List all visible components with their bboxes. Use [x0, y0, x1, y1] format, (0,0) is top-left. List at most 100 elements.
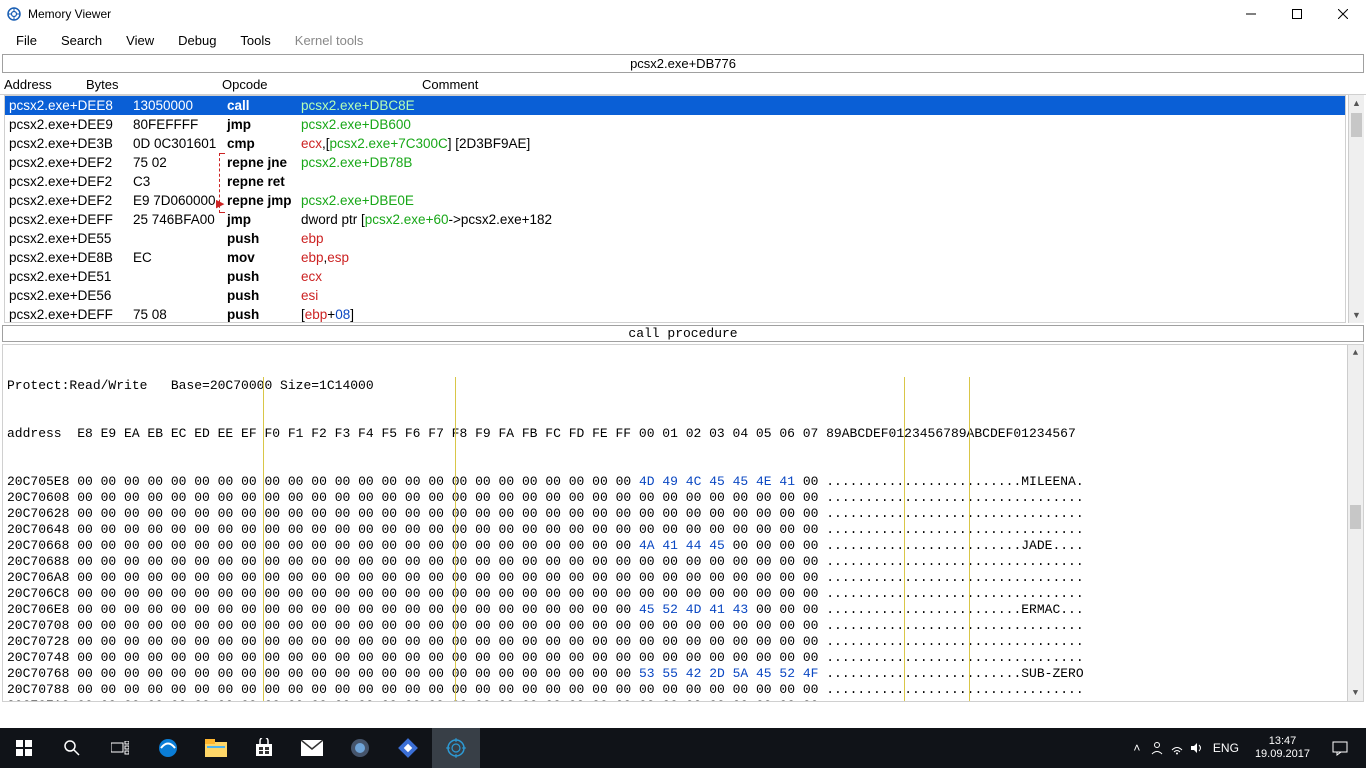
hex-row[interactable]: 20C70628 00 00 00 00 00 00 00 00 00 00 0…: [7, 506, 1343, 522]
disasm-row[interactable]: pcsx2.exe+DE3B0D 0C301601cmpecx,[pcsx2.e…: [5, 134, 1345, 153]
tray-volume-icon[interactable]: [1187, 728, 1207, 768]
taskbar-cheat-engine-icon[interactable]: [432, 728, 480, 768]
hex-ascii: .................................: [826, 490, 1083, 505]
disasm-address: pcsx2.exe+DE8B: [9, 248, 133, 267]
tray-network-icon[interactable]: [1167, 728, 1187, 768]
scroll-up-icon[interactable]: ▲: [1348, 345, 1363, 361]
disasm-row[interactable]: pcsx2.exe+DEE980FEFFFFjmppcsx2.exe+DB600: [5, 115, 1345, 134]
task-view-button[interactable]: [96, 728, 144, 768]
menu-view[interactable]: View: [116, 31, 164, 50]
header-opcode[interactable]: Opcode: [222, 77, 422, 92]
menu-search[interactable]: Search: [51, 31, 112, 50]
hex-row[interactable]: 20C70688 00 00 00 00 00 00 00 00 00 00 0…: [7, 554, 1343, 570]
taskbar-mail-icon[interactable]: [288, 728, 336, 768]
close-button[interactable]: [1320, 0, 1366, 28]
hex-row[interactable]: 20C706E8 00 00 00 00 00 00 00 00 00 00 0…: [7, 602, 1343, 618]
disasm-row[interactable]: pcsx2.exe+DE8BECmovebp,esp: [5, 248, 1345, 267]
disasm-row[interactable]: pcsx2.exe+DEFF25 746BFA00jmpdword ptr [p…: [5, 210, 1345, 229]
disasm-row[interactable]: pcsx2.exe+DEF2C3repne ret: [5, 172, 1345, 191]
hex-ascii: .................................: [826, 618, 1083, 633]
app-icon: [6, 6, 22, 22]
hex-row[interactable]: 20C70648 00 00 00 00 00 00 00 00 00 00 0…: [7, 522, 1343, 538]
disasm-row[interactable]: pcsx2.exe+DEF275 02repne jnepcsx2.exe+DB…: [5, 153, 1345, 172]
disasm-row[interactable]: pcsx2.exe+DE55pushebp: [5, 229, 1345, 248]
disasm-operands: ecx,[pcsx2.exe+7C300C] [2D3BF9AE]: [301, 134, 1341, 153]
disasm-bytes: 75 08: [133, 305, 227, 323]
disasm-mnemonic: push: [227, 286, 301, 305]
window-title: Memory Viewer: [28, 7, 111, 21]
hex-address: 20C70668: [7, 538, 77, 553]
hex-row[interactable]: 20C70728 00 00 00 00 00 00 00 00 00 00 0…: [7, 634, 1343, 650]
taskbar-explorer-icon[interactable]: [192, 728, 240, 768]
hex-guide-4: [969, 377, 970, 701]
hex-address: 20C70728: [7, 634, 77, 649]
disasm-row[interactable]: pcsx2.exe+DEF2E9 7D060000repne jmppcsx2.…: [5, 191, 1345, 210]
menu-debug[interactable]: Debug: [168, 31, 226, 50]
search-button[interactable]: [48, 728, 96, 768]
disasm-mnemonic: push: [227, 229, 301, 248]
hex-ascii: .........................SUB-ZERO: [826, 666, 1083, 681]
hex-address: 20C70788: [7, 682, 77, 697]
disasm-row[interactable]: pcsx2.exe+DE51pushecx: [5, 267, 1345, 286]
tray-chevron-icon[interactable]: ˄: [1127, 728, 1147, 768]
disasm-operands: pcsx2.exe+DB78B: [301, 153, 1341, 172]
disasm-bytes: 80FEFFFF: [133, 115, 227, 134]
scroll-down-icon[interactable]: ▼: [1348, 685, 1363, 701]
menu-file[interactable]: File: [6, 31, 47, 50]
hex-row[interactable]: 20C70768 00 00 00 00 00 00 00 00 00 00 0…: [7, 666, 1343, 682]
menu-kernel-tools[interactable]: Kernel tools: [285, 31, 374, 50]
disasm-row[interactable]: pcsx2.exe+DEFF75 08push[ebp+08]: [5, 305, 1345, 323]
taskbar-app1-icon[interactable]: [336, 728, 384, 768]
hex-address: 20C707A8: [7, 698, 77, 701]
titlebar: Memory Viewer: [0, 0, 1366, 28]
hex-address: 20C70648: [7, 522, 77, 537]
hex-ascii: .................................: [826, 554, 1083, 569]
minimize-button[interactable]: [1228, 0, 1274, 28]
hex-address: 20C70708: [7, 618, 77, 633]
tray-time: 13:47: [1255, 735, 1310, 748]
hex-row[interactable]: 20C70748 00 00 00 00 00 00 00 00 00 00 0…: [7, 650, 1343, 666]
scroll-thumb[interactable]: [1350, 505, 1361, 529]
tray-language[interactable]: ENG: [1207, 741, 1245, 755]
taskbar-store-icon[interactable]: [240, 728, 288, 768]
scroll-thumb[interactable]: [1351, 113, 1362, 137]
hex-row[interactable]: 20C70788 00 00 00 00 00 00 00 00 00 00 0…: [7, 682, 1343, 698]
header-comment[interactable]: Comment: [422, 77, 1362, 92]
disasm-address: pcsx2.exe+DE56: [9, 286, 133, 305]
hex-dump-pane[interactable]: Protect:Read/Write Base=20C70000 Size=1C…: [2, 344, 1364, 702]
hex-row[interactable]: 20C70668 00 00 00 00 00 00 00 00 00 00 0…: [7, 538, 1343, 554]
disasm-row[interactable]: pcsx2.exe+DE56 pushesi: [5, 286, 1345, 305]
scroll-up-icon[interactable]: ▲: [1349, 95, 1364, 111]
hex-address: 20C70748: [7, 650, 77, 665]
tray-people-icon[interactable]: [1147, 728, 1167, 768]
disassembly-pane[interactable]: ▶ pcsx2.exe+DEE813050000callpcsx2.exe+DB…: [4, 95, 1346, 323]
scroll-down-icon[interactable]: ▼: [1349, 307, 1364, 323]
header-address[interactable]: Address: [4, 77, 86, 92]
disasm-address: pcsx2.exe+DE51: [9, 267, 133, 286]
maximize-button[interactable]: [1274, 0, 1320, 28]
disasm-bytes: 13050000: [133, 96, 227, 115]
disasm-address: pcsx2.exe+DEFF: [9, 305, 133, 323]
hex-row[interactable]: 20C70608 00 00 00 00 00 00 00 00 00 00 0…: [7, 490, 1343, 506]
hex-address: 20C706E8: [7, 602, 77, 617]
taskbar-edge-icon[interactable]: [144, 728, 192, 768]
hex-ascii: .................................: [826, 522, 1083, 537]
hex-row[interactable]: 20C706A8 00 00 00 00 00 00 00 00 00 00 0…: [7, 570, 1343, 586]
disasm-operands: esi: [301, 286, 1341, 305]
hex-row[interactable]: 20C705E8 00 00 00 00 00 00 00 00 00 00 0…: [7, 474, 1343, 490]
menu-tools[interactable]: Tools: [230, 31, 280, 50]
hex-ascii: .................................: [826, 634, 1083, 649]
disasm-scrollbar[interactable]: ▲ ▼: [1348, 95, 1364, 323]
disasm-operands: ebp,esp: [301, 248, 1341, 267]
current-location-banner: pcsx2.exe+DB776: [2, 54, 1364, 73]
taskbar-app2-icon[interactable]: [384, 728, 432, 768]
hex-row[interactable]: 20C707A8 00 00 00 00 00 00 00 00 00 00 0…: [7, 698, 1343, 701]
start-button[interactable]: [0, 728, 48, 768]
tray-notifications-icon[interactable]: [1320, 728, 1360, 768]
disasm-row[interactable]: pcsx2.exe+DEE813050000callpcsx2.exe+DBC8…: [5, 96, 1345, 115]
hex-scrollbar[interactable]: ▲ ▼: [1347, 345, 1363, 701]
tray-clock[interactable]: 13:47 19.09.2017: [1245, 735, 1320, 761]
hex-row[interactable]: 20C706C8 00 00 00 00 00 00 00 00 00 00 0…: [7, 586, 1343, 602]
header-bytes[interactable]: Bytes: [86, 77, 222, 92]
hex-row[interactable]: 20C70708 00 00 00 00 00 00 00 00 00 00 0…: [7, 618, 1343, 634]
